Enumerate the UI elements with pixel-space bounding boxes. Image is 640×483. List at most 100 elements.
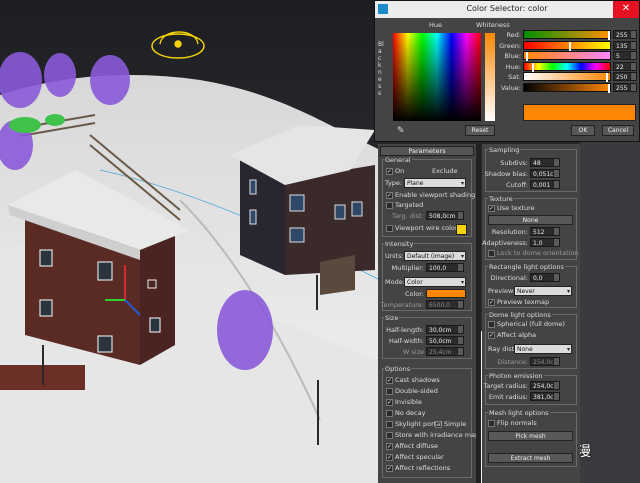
w-size-spinner[interactable]: 25,4cm (426, 347, 464, 356)
on-checkbox[interactable]: ✓ (386, 168, 393, 175)
shadow-bias-spinner[interactable]: 0,051cm (530, 169, 560, 178)
half-width-spinner[interactable]: 50,0cm (426, 336, 464, 345)
channel-slider-handle[interactable] (606, 73, 608, 82)
adaptiveness-label: Adaptiveness: (482, 239, 528, 247)
option-checkbox[interactable]: ✓ (386, 399, 393, 406)
intensity-title: Intensity (384, 240, 415, 248)
option-checkbox[interactable]: ✓ (386, 443, 393, 450)
cancel-button[interactable]: Cancel (602, 125, 634, 136)
option-checkbox[interactable]: ✓ (386, 465, 393, 472)
option-checkbox[interactable] (386, 388, 393, 395)
target-radius-spinner[interactable]: 254,0cm (530, 381, 560, 390)
preview-texmap-checkbox[interactable]: ✓ (488, 299, 495, 306)
subdivs-label: Subdivs: (500, 159, 528, 167)
subdivs-spinner[interactable]: 48 (530, 158, 560, 167)
ok-button[interactable]: OK (571, 125, 595, 136)
w-size-label: W size (402, 348, 424, 356)
option-checkbox[interactable] (386, 421, 393, 428)
exclude-button[interactable]: Exclude (432, 167, 457, 175)
adaptiveness-spinner[interactable]: 1,0 (530, 238, 560, 247)
type-dropdown[interactable]: Plane ▾ (404, 178, 466, 188)
option-checkbox[interactable] (386, 432, 393, 439)
viewport-wire-color-checkbox[interactable] (386, 225, 393, 232)
directional-spinner[interactable]: 0,0 (530, 273, 560, 282)
affect-alpha-checkbox[interactable]: ✓ (488, 332, 495, 339)
option-label: No decay (395, 409, 426, 417)
color-label: Color: (404, 290, 424, 298)
sampling-title: Sampling (488, 146, 521, 154)
option-label: Cast shadows (395, 376, 440, 384)
emit-radius-spinner[interactable]: 381,0cm (530, 392, 560, 401)
spherical-checkbox[interactable] (488, 321, 495, 328)
multiplier-spinner[interactable]: 100,0 (426, 263, 464, 272)
pick-mesh-button[interactable]: Pick mesh (488, 431, 573, 441)
channel-slider[interactable] (523, 72, 611, 82)
option-checkbox[interactable]: ✓ (386, 377, 393, 384)
close-icon[interactable]: ✕ (613, 1, 639, 18)
use-texture-checkbox[interactable]: ✓ (488, 205, 495, 212)
channel-value-spinner[interactable]: 135 (613, 40, 637, 50)
channel-value-spinner[interactable]: 255 (613, 82, 637, 92)
ray-dist-dropdown[interactable]: None ▾ (514, 344, 572, 354)
option-label: Affect reflections (395, 464, 451, 472)
channel-slider[interactable] (523, 40, 611, 51)
targ-dist-spinner[interactable]: 508,0cm (426, 211, 464, 220)
reset-button[interactable]: Reset (465, 125, 495, 136)
channel-slider-handle[interactable] (608, 83, 610, 93)
targeted-checkbox[interactable] (386, 202, 393, 209)
channel-slider[interactable] (523, 82, 611, 93)
flip-normals-checkbox[interactable] (488, 420, 495, 427)
light-color-swatch[interactable] (426, 289, 466, 298)
preview-label: Preview: (488, 287, 516, 295)
color-selector-titlebar[interactable]: Color Selector: color ✕ (375, 1, 639, 18)
channel-slider[interactable] (523, 30, 611, 40)
preview-dropdown[interactable]: Never ▾ (514, 286, 572, 296)
channel-slider[interactable] (523, 61, 611, 72)
whiteness-label: Whiteness (476, 21, 510, 29)
parameters-panel: Parameters General ✓ On Exclude Type: Pl… (378, 144, 479, 483)
extract-mesh-button[interactable]: Extract mesh (488, 453, 573, 463)
temperature-spinner[interactable]: 6500,0 (426, 300, 464, 309)
distance-spinner[interactable]: 254,0cm (530, 357, 560, 366)
channel-slider-handle[interactable] (532, 62, 534, 72)
multiplier-label: Multiplier: (391, 264, 424, 272)
eyedropper-icon[interactable]: ✎ (397, 126, 405, 136)
channel-value-spinner[interactable]: 250 (613, 72, 637, 81)
size-title: Size (384, 314, 400, 322)
channel-value-spinner[interactable]: 22 (613, 61, 637, 71)
mesh-light-title: Mesh light options (488, 409, 550, 417)
half-length-spinner[interactable]: 30,0cm (426, 325, 464, 334)
color-selector-dialog: Color Selector: color ✕ Hue Whiteness Bl… (374, 0, 640, 142)
texture-none-button[interactable]: None (488, 215, 573, 225)
channel-value-spinner[interactable]: 5 (613, 51, 637, 60)
channel-label: Blue: (504, 52, 521, 60)
channel-slider-handle[interactable] (608, 31, 610, 40)
channel-slider-handle[interactable] (526, 52, 528, 61)
channel-slider[interactable] (523, 51, 611, 61)
option-label: Skylight portal (395, 420, 443, 428)
target-radius-label: Target radius: (483, 382, 528, 390)
enable-viewport-shading-label: Enable viewport shading (395, 191, 476, 199)
whiteness-bar[interactable] (485, 33, 495, 121)
directional-label: Directional: (490, 274, 528, 282)
channel-label: Value: (500, 83, 521, 92)
channel-slider-handle[interactable] (569, 41, 571, 51)
option-checkbox[interactable] (386, 410, 393, 417)
mode-dropdown[interactable]: Color ▾ (404, 277, 466, 287)
option-checkbox[interactable]: ✓ (386, 454, 393, 461)
options-title: Options (384, 365, 412, 373)
parameters-rollout-header[interactable]: Parameters (380, 146, 474, 156)
hue-blackness-picker[interactable] (393, 33, 481, 121)
spherical-label: Spherical (full dome) (497, 320, 565, 328)
channel-value-spinner[interactable]: 255 (613, 30, 637, 39)
enable-viewport-shading-checkbox[interactable]: ✓ (386, 192, 393, 199)
photon-emission-title: Photon emission (488, 372, 544, 380)
viewport-wire-color-swatch[interactable] (456, 224, 467, 235)
resolution-spinner[interactable]: 512 (530, 227, 560, 236)
cutoff-spinner[interactable]: 0,001 (530, 180, 560, 189)
lock-dome-checkbox[interactable] (488, 250, 495, 257)
panel-scrollbar[interactable] (476, 144, 481, 483)
units-dropdown[interactable]: Default (image) ▾ (404, 251, 466, 261)
blackness-label: Blackness (378, 41, 384, 97)
dome-light-title: Dome light options (488, 311, 552, 319)
